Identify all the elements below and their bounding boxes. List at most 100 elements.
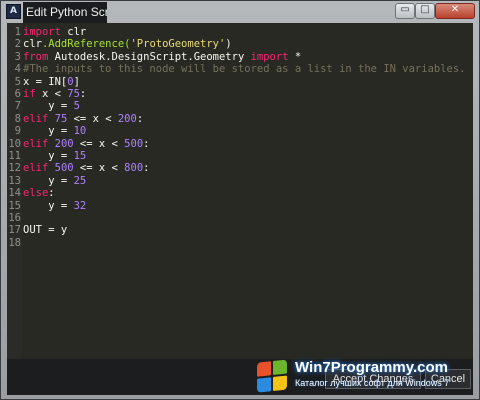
code-line[interactable]: 13 y = 25 — [7, 175, 473, 187]
code-text: else: — [23, 187, 55, 199]
line-number: 2 — [14, 38, 21, 51]
code-token: 200 — [54, 137, 74, 150]
code-line[interactable]: 15 y = 32 — [7, 200, 473, 212]
code-token: OUT = y — [23, 224, 68, 237]
code-line[interactable]: 9 y = 10 — [7, 125, 473, 137]
code-token: 200 — [117, 112, 137, 125]
code-editor[interactable]: 1 import clr 2 clr.AddReference('ProtoGeome… — [7, 23, 473, 359]
code-line[interactable]: 14 else: — [7, 187, 473, 199]
code-token: else — [23, 187, 49, 200]
code-line[interactable]: 7 y = 5 — [7, 100, 473, 112]
line-number: 18 — [8, 236, 21, 249]
line-number: 8 — [14, 112, 21, 125]
code-text: elif 500 <= x < 800: — [23, 162, 149, 174]
window-title: Edit Python Script... — [23, 2, 107, 23]
code-line[interactable]: 4 #The inputs to this node will be stored… — [7, 63, 473, 75]
close-button[interactable]: ✕ — [435, 3, 475, 19]
minimize-button[interactable]: ▭ — [395, 3, 415, 19]
code-token: Autodesk.DesignScript.Geometry — [48, 50, 251, 63]
line-number: 15 — [8, 199, 21, 212]
line-number: 11 — [8, 150, 21, 162]
code-text: y = 10 — [23, 125, 86, 137]
code-line[interactable]: 8 elif 75 <= x < 200: — [7, 113, 473, 125]
code-line[interactable]: 6 if x < 75: — [7, 88, 473, 100]
code-token: <= x < — [67, 112, 118, 125]
code-text: import clr — [23, 26, 86, 38]
code-line[interactable]: 17 OUT = y — [7, 224, 473, 236]
line-number: 14 — [8, 187, 21, 200]
code-text: elif 200 <= x < 500: — [23, 138, 149, 150]
code-token: 25 — [73, 174, 87, 187]
code-token: y = — [23, 150, 74, 162]
code-line[interactable]: 10 elif 200 <= x < 500: — [7, 138, 473, 150]
code-token: ) — [225, 38, 232, 51]
code-token: y = — [23, 174, 74, 187]
line-number: 12 — [8, 162, 21, 175]
code-token: x < — [35, 88, 68, 100]
windows-logo-icon — [257, 359, 289, 394]
code-line[interactable]: 12 elif 500 <= x < 800: — [7, 162, 473, 174]
code-token: <= x < — [73, 137, 125, 150]
code-token: elif — [23, 162, 49, 175]
code-token: : — [136, 112, 144, 125]
code-token: #The inputs to this node will be stored … — [23, 63, 466, 76]
code-token: elif — [23, 112, 49, 125]
code-token: from — [23, 50, 49, 63]
python-script-editor-window: A Edit Python Script... ▭ □ ✕ 1import cl… — [0, 0, 480, 400]
watermark-subtitle: Каталог лучших софт для Windows 7 — [295, 378, 450, 388]
code-token: <= x < — [73, 162, 125, 175]
watermark-title: Win7Programmy.com — [295, 359, 448, 376]
code-line[interactable]: 18 — [7, 237, 473, 249]
line-number: 16 — [8, 212, 21, 224]
code-token: clr — [60, 26, 87, 38]
code-token: y = — [23, 125, 74, 138]
code-token: 75 — [67, 88, 80, 100]
code-text: elif 75 <= x < 200: — [23, 113, 143, 125]
line-number: 9 — [14, 125, 21, 138]
line-number: 17 — [8, 224, 21, 237]
code-line[interactable]: 3 from Autodesk.DesignScript.Geometry imp… — [7, 51, 473, 63]
dynamo-app-icon: A — [6, 4, 21, 19]
watermark: Win7Programmy.com Каталог лучших софт дл… — [251, 359, 480, 399]
code-text: x = IN[0] — [23, 76, 80, 88]
code-line[interactable]: 16 — [7, 212, 473, 224]
code-token: 'ProtoGeometry' — [130, 38, 226, 51]
code-text: clr.AddReference('ProtoGeometry') — [23, 38, 232, 50]
code-token: clr — [23, 38, 42, 51]
code-text: y = 5 — [23, 100, 80, 112]
code-text: OUT = y — [23, 224, 67, 236]
code-token: : — [143, 162, 150, 175]
code-token: : — [79, 88, 87, 100]
code-token: : — [143, 137, 150, 150]
code-token: .AddReference( — [41, 38, 131, 51]
line-number: 4 — [14, 63, 21, 76]
code-token: * — [288, 50, 302, 63]
code-token: 500 — [124, 137, 144, 150]
code-text: y = 15 — [23, 150, 86, 162]
line-number: 13 — [8, 174, 21, 187]
line-number: 5 — [14, 75, 21, 88]
line-number: 10 — [8, 137, 21, 150]
code-token: 800 — [124, 162, 144, 175]
code-line[interactable]: 1 import clr — [7, 26, 473, 38]
code-token: 15 — [73, 150, 87, 162]
code-token: y = — [23, 100, 74, 113]
code-line[interactable]: 11 y = 15 — [7, 150, 473, 162]
code-text: from Autodesk.DesignScript.Geometry impo… — [23, 51, 301, 63]
line-number: 1 — [14, 26, 21, 38]
code-token: import — [250, 50, 289, 63]
code-line[interactable]: 5x = IN[0] — [7, 76, 473, 88]
code-line[interactable]: 2 clr.AddReference('ProtoGeometry') — [7, 38, 473, 50]
code-token: x = IN[ — [23, 75, 68, 88]
code-token: ] — [73, 75, 80, 88]
maximize-button[interactable]: □ — [415, 3, 435, 19]
code-text: y = 25 — [23, 175, 86, 187]
code-token: 5 — [73, 100, 80, 113]
line-number: 3 — [14, 50, 21, 63]
line-number: 6 — [14, 88, 21, 100]
line-number: 7 — [14, 100, 21, 113]
title-bar[interactable]: A Edit Python Script... ▭ □ ✕ — [1, 1, 479, 23]
code-text: #The inputs to this node will be stored … — [23, 63, 466, 75]
code-text: y = 32 — [23, 200, 86, 212]
code-text: if x < 75: — [23, 88, 86, 100]
